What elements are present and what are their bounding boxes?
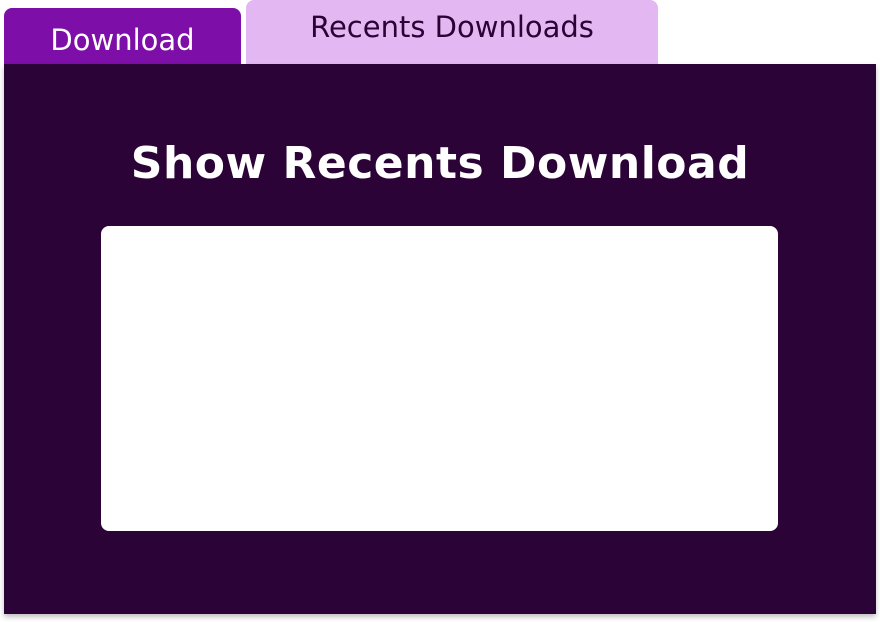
tab-download[interactable]: Download xyxy=(4,8,241,66)
recents-panel: Show Recents Download xyxy=(4,64,876,614)
recent-downloads-list[interactable] xyxy=(101,226,778,531)
panel-title: Show Recents Download xyxy=(130,138,750,189)
app-root: Download Recents Downloads Show Recents … xyxy=(0,0,880,622)
tab-recents-downloads[interactable]: Recents Downloads xyxy=(246,0,658,66)
